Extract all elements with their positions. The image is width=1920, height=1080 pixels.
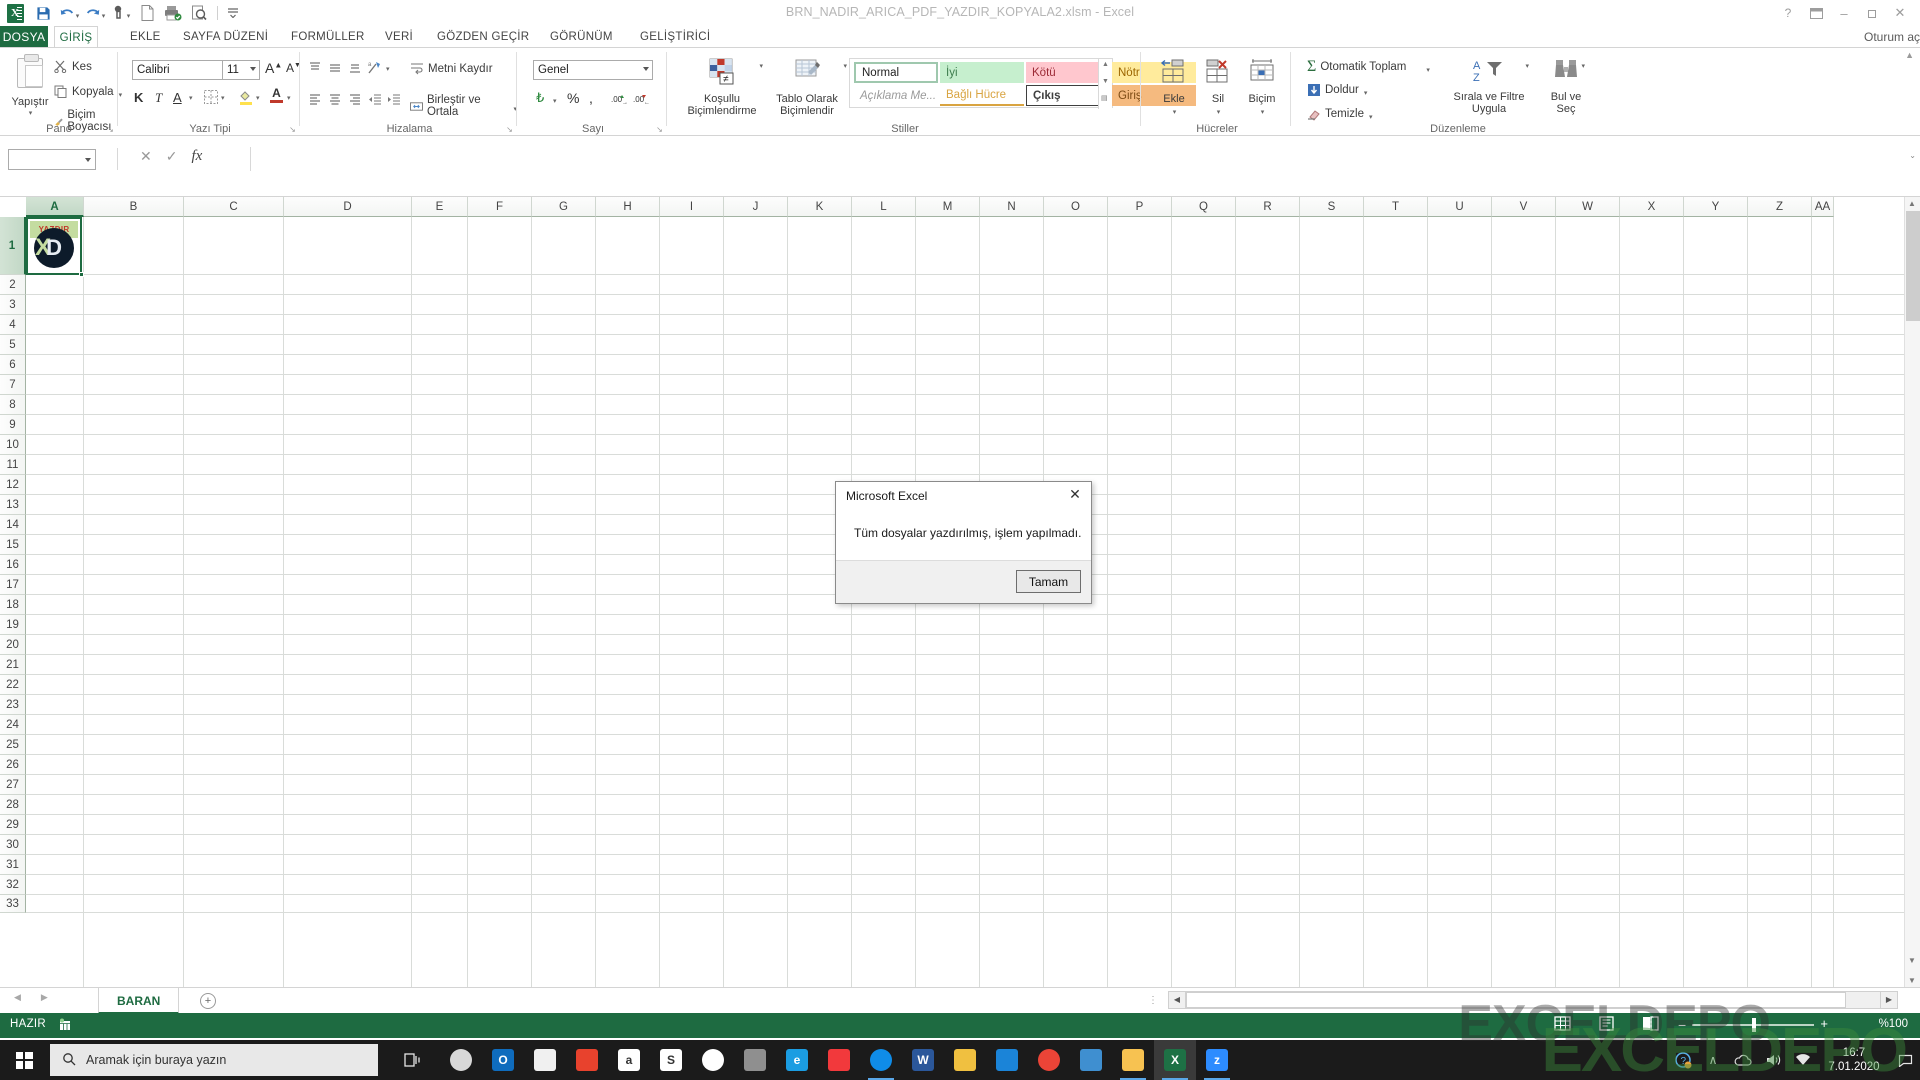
volume-icon[interactable]: [1758, 1040, 1788, 1080]
camera-icon-glyph: [744, 1049, 766, 1071]
paint-icon-glyph: [954, 1049, 976, 1071]
dropbox-icon[interactable]: [692, 1040, 734, 1080]
help-badge-icon[interactable]: ?: [1668, 1040, 1698, 1080]
windows-start-icon: [15, 1051, 33, 1069]
bandicam-icon-glyph: [828, 1049, 850, 1071]
dropbox-icon-glyph: [702, 1049, 724, 1071]
snagit-icon[interactable]: S: [650, 1040, 692, 1080]
start-button[interactable]: [0, 1040, 48, 1080]
calculator-icon[interactable]: [1070, 1040, 1112, 1080]
task-view-icon: [403, 1053, 420, 1067]
internet-explorer-icon-glyph: e: [786, 1049, 808, 1071]
edge-icon[interactable]: [860, 1040, 902, 1080]
dialog-title: Microsoft Excel: [846, 489, 928, 503]
word-icon[interactable]: W: [902, 1040, 944, 1080]
internet-explorer-icon[interactable]: e: [776, 1040, 818, 1080]
chrome-icon-glyph: [1038, 1049, 1060, 1071]
zoom-icon-glyph: z: [1206, 1049, 1228, 1071]
snagit-icon-glyph: S: [660, 1049, 682, 1071]
zoom-icon[interactable]: z: [1196, 1040, 1238, 1080]
bandicam-icon[interactable]: [818, 1040, 860, 1080]
notification-icon[interactable]: [1890, 1040, 1920, 1080]
microsoft-store-icon-glyph: [534, 1049, 556, 1071]
dialog-overlay: Microsoft Excel ✕ Tüm dosyalar yazdırılm…: [0, 0, 1920, 1080]
amazon-icon[interactable]: a: [608, 1040, 650, 1080]
microsoft-store-icon[interactable]: [524, 1040, 566, 1080]
dialog-message: Tüm dosyalar yazdırılmış, işlem yapılmad…: [854, 526, 1082, 540]
paint-icon[interactable]: [944, 1040, 986, 1080]
outlook-icon-glyph: O: [492, 1049, 514, 1071]
excel-window: X ▾ ▾ ▾ BRN_NADIR_ARICA_PDF_YAZDIR_KOPYA…: [0, 0, 1920, 1080]
word-icon-glyph: W: [912, 1049, 934, 1071]
chrome-icon[interactable]: [1028, 1040, 1070, 1080]
taskbar-clock[interactable]: 16:7 7.01.2020: [1818, 1046, 1890, 1074]
clock-date: 7.01.2020: [1828, 1061, 1880, 1073]
mail-icon[interactable]: [986, 1040, 1028, 1080]
calculator-icon-glyph: [1080, 1049, 1102, 1071]
taskbar-app-icons: OaSe W Xz: [440, 1040, 1238, 1080]
pdf-reader-icon[interactable]: [566, 1040, 608, 1080]
pdf-reader-icon-glyph: [576, 1049, 598, 1071]
search-placeholder: Aramak için buraya yazın: [86, 1053, 227, 1067]
system-tray: ? ∧ 16:7 7.01.2020: [1668, 1040, 1920, 1080]
task-view-button[interactable]: [390, 1040, 434, 1080]
windows-taskbar: Aramak için buraya yazın OaSe W Xz ? ∧ 16:…: [0, 995, 1920, 1080]
tray-chevron-icon[interactable]: ∧: [1698, 1040, 1728, 1080]
camera-icon[interactable]: [734, 1040, 776, 1080]
cortana-icon-glyph: [450, 1049, 472, 1071]
file-explorer-icon[interactable]: [1112, 1040, 1154, 1080]
excel-icon[interactable]: X: [1154, 1040, 1196, 1080]
mail-icon-glyph: [996, 1049, 1018, 1071]
edge-icon-glyph: [870, 1049, 892, 1071]
taskbar-search-box[interactable]: Aramak için buraya yazın: [50, 1044, 378, 1076]
dialog-close-icon[interactable]: ✕: [1066, 486, 1084, 504]
excel-icon-glyph: X: [1164, 1049, 1186, 1071]
dialog-ok-button[interactable]: Tamam: [1016, 570, 1081, 593]
dialog-footer: Tamam: [836, 560, 1091, 603]
search-icon: [62, 1052, 76, 1069]
clock-time: 16:7: [1842, 1047, 1866, 1059]
outlook-icon[interactable]: O: [482, 1040, 524, 1080]
cortana-icon[interactable]: [440, 1040, 482, 1080]
onedrive-icon[interactable]: [1728, 1040, 1758, 1080]
file-explorer-icon-glyph: [1122, 1049, 1144, 1071]
amazon-icon-glyph: a: [618, 1049, 640, 1071]
network-icon[interactable]: [1788, 1040, 1818, 1080]
excel-message-dialog: Microsoft Excel ✕ Tüm dosyalar yazdırılm…: [835, 481, 1092, 604]
